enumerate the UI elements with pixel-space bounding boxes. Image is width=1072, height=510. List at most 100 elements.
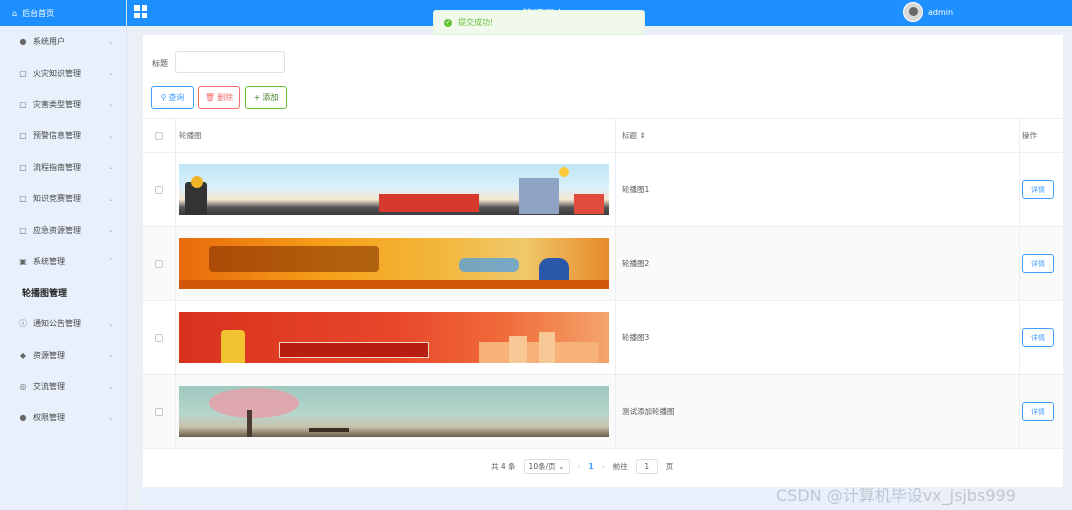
sidebar-item-label: 火灾知识管理 [33,68,81,78]
select-all-checkbox[interactable] [155,131,163,140]
row-title: 轮播图1 [615,153,1019,226]
toast-message: 提交成功! [458,18,494,27]
delete-button-label: 删除 [217,93,234,102]
chevron-down-icon: ⌄ [108,163,114,172]
chevron-up-icon: ⌃ [108,257,114,266]
sidebar-item-label: 交流管理 [33,382,65,392]
chat-icon: ◎ [19,382,27,392]
detail-button[interactable]: 详情 [1022,328,1054,347]
doc-icon: ▢ [19,131,27,141]
page-size-select[interactable]: 10条/页 ⌄ [523,458,570,474]
sidebar-home[interactable]: ⌂ 后台首页 [0,0,126,26]
goto-page-input[interactable]: 1 [635,458,658,474]
sidebar-item-quiz[interactable]: ▢ 知识竞赛管理 ⌄ [0,183,126,214]
user-icon: ● [19,413,27,423]
next-page-icon[interactable]: › [602,462,605,471]
sidebar-home-label: 后台首页 [22,8,55,18]
sidebar-item-emergency-resources[interactable]: ▢ 应急资源管理 ⌄ [0,214,126,245]
chevron-down-icon: ⌄ [108,194,114,203]
header-image: 轮播图 [175,119,615,152]
sidebar-item-label: 流程指南管理 [33,162,81,172]
pagination-total: 共 4 条 [491,461,516,471]
table-header: 轮播图 标题 ⇕ 操作 [143,118,1063,153]
sidebar-item-communication[interactable]: ◎ 交流管理 ⌄ [0,371,126,402]
shield-icon: ◆ [19,350,27,360]
table-row: 轮播图3 详情 [143,301,1063,375]
detail-button[interactable]: 详情 [1022,254,1054,273]
add-button-label: 添加 [262,93,279,102]
sidebar-item-label: 应急资源管理 [33,225,81,235]
row-checkbox[interactable] [155,333,163,342]
prev-page-icon[interactable]: ‹ [578,462,581,471]
chevron-down-icon: ⌄ [108,382,114,391]
page-suffix: 页 [665,461,674,471]
delete-button[interactable]: 🗑 删除 [198,86,240,109]
row-checkbox[interactable] [155,407,163,416]
carousel-table: 轮播图 标题 ⇕ 操作 轮播图1 详情 轮播图2 详情 轮播图3 详情 测试添加… [143,118,1063,449]
detail-button[interactable]: 详情 [1022,180,1054,199]
pagination: 共 4 条 10条/页 ⌄ ‹ 1 › 前往 1 页 [491,458,673,474]
doc-icon: ▢ [19,99,27,109]
header-operation: 操作 [1019,119,1063,152]
query-button[interactable]: ⚲ 查询 [151,86,194,109]
sidebar-item-label: 资源管理 [33,350,65,360]
doc-icon: ▢ [19,162,27,172]
sidebar-item-label: 权限管理 [33,413,65,423]
row-checkbox[interactable] [155,259,163,268]
search-label: 标题 [152,59,168,68]
sidebar-item-notices[interactable]: ⓘ 通知公告管理 ⌄ [0,308,126,339]
row-title: 轮播图2 [615,227,1019,300]
doc-icon: ▢ [19,68,27,78]
sidebar-subitem-carousel[interactable]: 轮播图管理 [0,277,126,308]
sidebar-item-system-users[interactable]: ● 系统用户 ⌄ [0,26,126,57]
table-row: 测试添加轮播图 详情 [143,375,1063,449]
sidebar-item-resources[interactable]: ◆ 资源管理 ⌄ [0,340,126,371]
sidebar: ⌂ 后台首页 ● 系统用户 ⌄ ▢ 火灾知识管理 ⌄ ▢ 灾害类型管理 ⌄ ▢ … [0,0,127,510]
sidebar-item-disaster-types[interactable]: ▢ 灾害类型管理 ⌄ [0,89,126,120]
sidebar-item-system-management[interactable]: ▣ 系统管理 ⌃ [0,246,126,277]
chevron-down-icon: ⌄ [108,131,114,140]
doc-icon: ▢ [19,225,27,235]
watermark: CSDN @计算机毕设vx_jsjbs999 [776,486,1016,505]
sidebar-item-warnings[interactable]: ▢ 预警信息管理 ⌄ [0,120,126,151]
carousel-image [179,238,609,289]
user-name[interactable]: admin [928,8,953,17]
title-search-input[interactable] [175,51,285,73]
trash-icon: 🗑 [204,93,216,102]
sidebar-item-label: 预警信息管理 [33,131,81,141]
success-toast: ✓ 提交成功! [433,10,645,35]
info-icon: ⓘ [19,319,27,329]
row-title: 轮播图3 [615,301,1019,374]
search-icon: ⚲ [160,93,167,102]
chevron-down-icon: ⌄ [108,100,114,109]
sidebar-item-label: 知识竞赛管理 [33,194,81,204]
row-checkbox[interactable] [155,185,163,194]
add-button[interactable]: + 添加 [245,86,287,109]
row-title: 测试添加轮播图 [615,375,1019,448]
chevron-down-icon: ⌄ [108,319,114,328]
goto-label: 前往 [612,461,628,471]
header-title[interactable]: 标题 ⇕ [615,119,1019,152]
main-panel: 标题 ⚲ 查询 🗑 删除 + 添加 轮播图 标题 ⇕ 操作 轮播图1 详情 轮播… [143,35,1063,487]
user-icon: ● [19,37,27,47]
chevron-down-icon: ⌄ [108,351,114,360]
check-circle-icon: ✓ [444,18,452,27]
menu-grid-icon[interactable] [134,5,147,18]
carousel-image [179,386,609,437]
table-row: 轮播图1 详情 [143,153,1063,227]
avatar[interactable] [903,2,923,22]
doc-icon: ▢ [19,194,27,204]
chevron-down-icon: ⌄ [108,413,114,422]
current-page[interactable]: 1 [589,462,594,471]
chevron-down-icon: ⌄ [108,226,114,235]
sidebar-item-permissions[interactable]: ● 权限管理 ⌄ [0,402,126,433]
carousel-image [179,164,609,215]
sidebar-item-label: 系统管理 [33,256,65,266]
sidebar-item-fire-knowledge[interactable]: ▢ 火灾知识管理 ⌄ [0,57,126,88]
detail-button[interactable]: 详情 [1022,402,1054,421]
home-icon: ⌂ [12,8,18,18]
carousel-image [179,312,609,363]
sidebar-item-label: 通知公告管理 [33,319,81,329]
sidebar-item-process-guide[interactable]: ▢ 流程指南管理 ⌄ [0,152,126,183]
chevron-down-icon: ⌄ [108,37,114,46]
